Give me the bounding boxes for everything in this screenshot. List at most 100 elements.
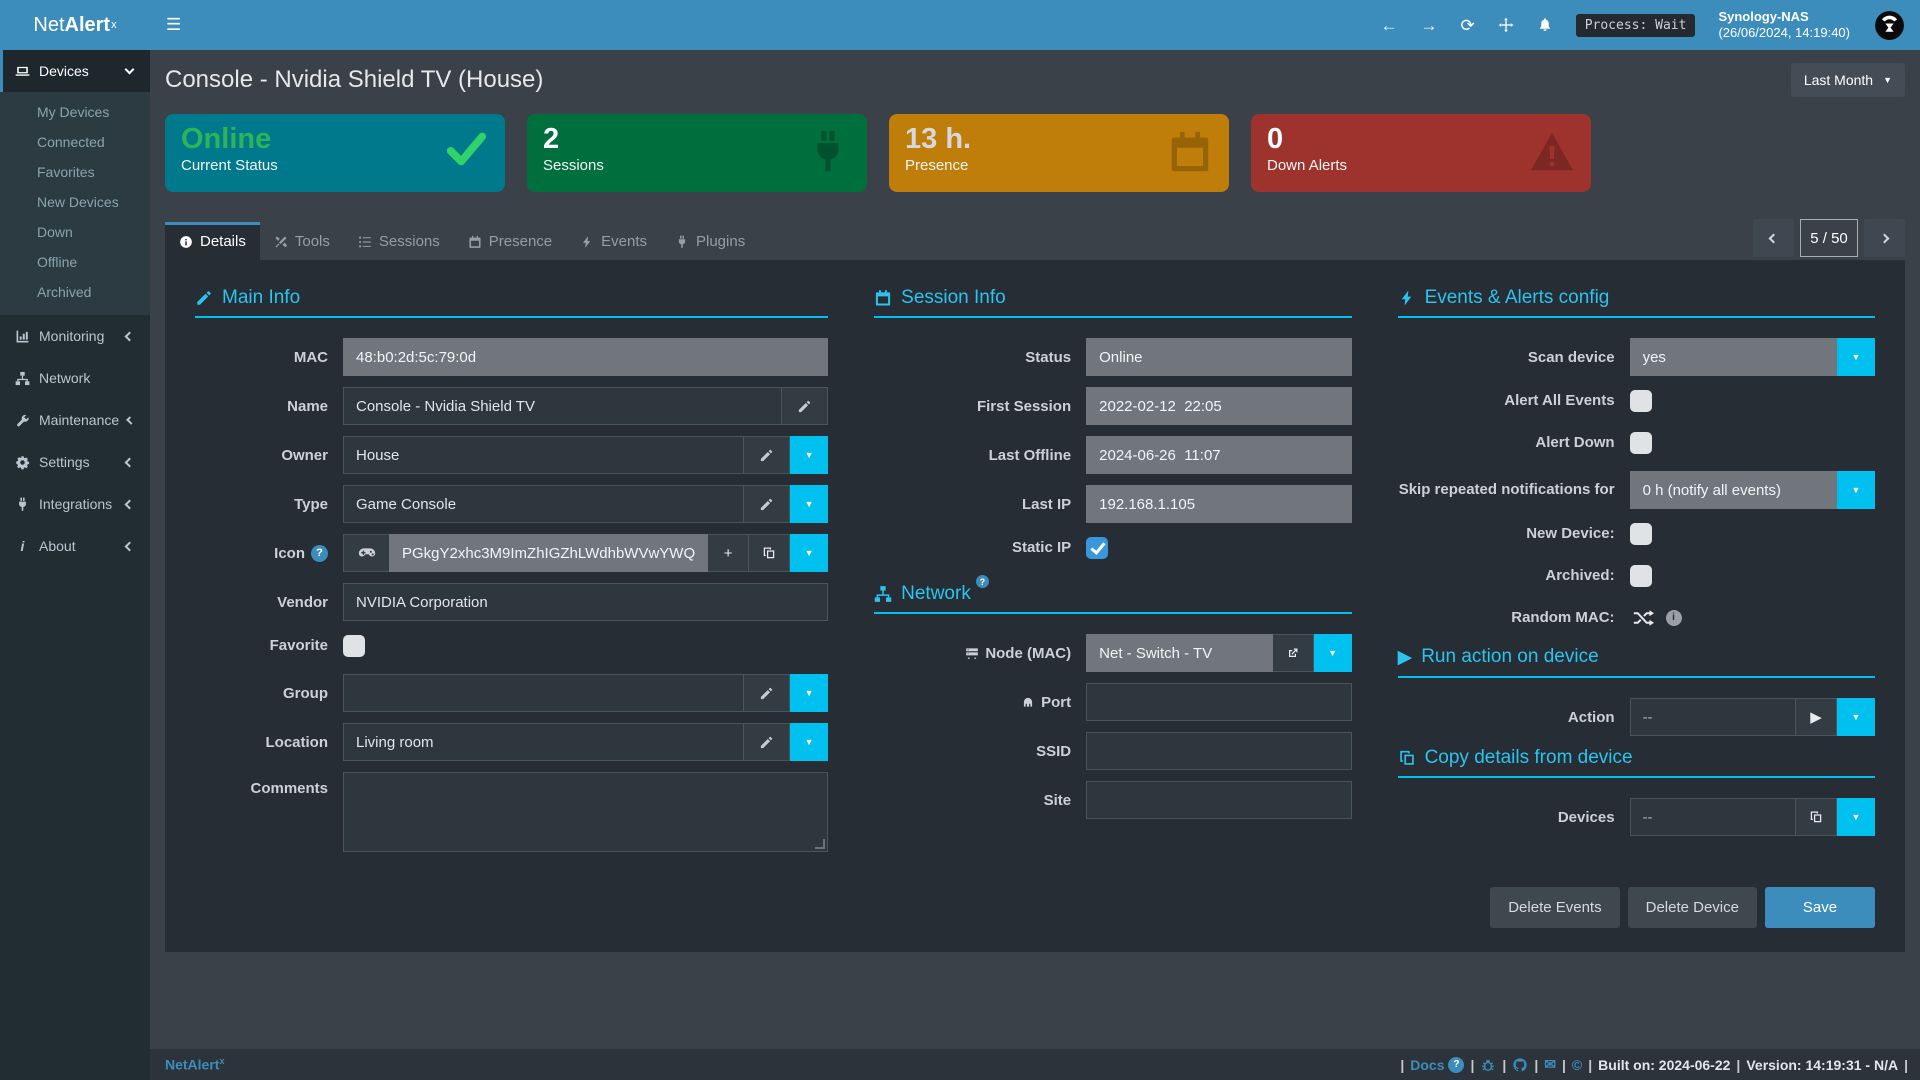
status-cards: Online Current Status 2 Sessions 13 h. P… [165,114,1905,192]
card-down-alerts[interactable]: 0 Down Alerts [1251,114,1591,192]
save-button[interactable]: Save [1765,887,1875,928]
caret-down-icon: ▼ [805,738,814,747]
bell-icon[interactable] [1537,17,1553,33]
skip-dropdown-button[interactable]: ▼ [1837,471,1875,509]
docs-link[interactable]: Docs ? [1410,1057,1464,1073]
action-dropdown-button[interactable]: ▼ [1837,698,1875,736]
tab-events[interactable]: Events [566,222,661,260]
skip-notifications-select[interactable]: 0 h (notify all events) [1630,471,1837,509]
add-icon-button[interactable]: + [708,534,749,572]
group-field[interactable] [343,674,744,712]
tab-plugins[interactable]: Plugins [661,222,759,260]
app-logo[interactable]: NetAlertx [0,0,150,50]
owner-dropdown-button[interactable]: ▼ [790,436,828,474]
delete-device-button[interactable]: Delete Device [1628,887,1757,928]
group-dropdown-button[interactable]: ▼ [790,674,828,712]
port-field[interactable] [1086,683,1351,721]
field-label: Group [195,685,343,702]
sidebar-item-my-devices[interactable]: My Devices [0,97,150,127]
tab-sessions[interactable]: Sessions [344,222,454,260]
location-dropdown-button[interactable]: ▼ [790,723,828,761]
copy-from-device-button[interactable] [1796,798,1837,836]
scan-device-select[interactable]: yes [1630,338,1837,376]
sidebar-item-settings[interactable]: Settings [0,441,150,483]
sidebar-item-maintenance[interactable]: Maintenance [0,399,150,441]
type-dropdown-button[interactable]: ▼ [790,485,828,523]
archived-checkbox[interactable] [1630,565,1652,587]
github-icon [1512,1057,1528,1073]
footer: NetAlertx | Docs ? | | | ✉ | © | Built o… [150,1049,1920,1080]
vendor-field[interactable]: NVIDIA Corporation [343,583,828,621]
time-range-value: Last Month [1804,72,1873,88]
run-action-button[interactable]: ▶ [1796,698,1837,736]
host-timestamp: (26/06/2024, 14:19:40) [1718,25,1850,41]
edit-location-button[interactable] [744,723,790,761]
copy-icon-button[interactable] [749,534,790,572]
edit-group-button[interactable] [744,674,790,712]
location-field[interactable]: Living room [343,723,744,761]
pencil-icon [759,448,774,463]
action-select[interactable]: -- [1630,698,1796,736]
scan-dropdown-button[interactable]: ▼ [1837,338,1875,376]
bug-report-link[interactable] [1480,1057,1496,1073]
site-field[interactable] [1086,781,1351,819]
chevron-left-icon [125,541,135,551]
sidebar-item-integrations[interactable]: Integrations [0,483,150,525]
field-label: Scan device [1398,349,1630,366]
alert-down-checkbox[interactable] [1630,432,1652,454]
card-sessions[interactable]: 2 Sessions [527,114,867,192]
icon-dropdown-button[interactable]: ▼ [790,534,828,572]
sidebar-item-new-devices[interactable]: New Devices [0,187,150,217]
edit-owner-button[interactable] [744,436,790,474]
prev-device-button[interactable] [1753,219,1794,257]
move-icon[interactable] [1498,17,1514,33]
sidebar-item-devices[interactable]: Devices [0,50,150,92]
ssid-field[interactable] [1086,732,1351,770]
sidebar-toggle-icon[interactable]: ☰ [166,15,181,35]
delete-events-button[interactable]: Delete Events [1490,887,1619,928]
sidebar-item-offline[interactable]: Offline [0,247,150,277]
sidebar-item-favorites[interactable]: Favorites [0,157,150,187]
alert-all-events-checkbox[interactable] [1630,390,1652,412]
nav-back-icon[interactable]: ← [1380,17,1397,34]
edit-name-button[interactable] [782,387,828,425]
static-ip-checkbox[interactable] [1086,537,1108,559]
next-device-button[interactable] [1864,219,1905,257]
card-current-status[interactable]: Online Current Status [165,114,505,192]
footer-brand[interactable]: NetAlertx [165,1056,224,1073]
open-node-button[interactable] [1273,634,1314,672]
devices-dropdown-button[interactable]: ▼ [1837,798,1875,836]
list-icon [358,235,372,249]
type-field[interactable]: Game Console [343,485,744,523]
node-dropdown-button[interactable]: ▼ [1314,634,1352,672]
email-link[interactable]: ✉ [1544,1056,1556,1073]
github-link[interactable] [1512,1057,1528,1073]
sidebar-item-label: Devices [39,63,89,79]
name-field[interactable]: Console - Nvidia Shield TV [343,387,782,425]
sidebar-item-connected[interactable]: Connected [0,127,150,157]
tab-details[interactable]: Details [165,222,260,260]
nav-forward-icon[interactable]: → [1420,17,1437,34]
sidebar-item-network[interactable]: Network [0,357,150,399]
caret-down-icon: ▼ [1852,353,1861,362]
owner-field[interactable]: House [343,436,744,474]
time-range-dropdown[interactable]: Last Month ▼ [1791,63,1905,97]
tab-presence[interactable]: Presence [454,222,566,260]
new-device-checkbox[interactable] [1630,523,1652,545]
copy-devices-select[interactable]: -- [1630,798,1796,836]
card-presence[interactable]: 13 h. Presence [889,114,1229,192]
caret-down-icon: ▼ [805,689,814,698]
comments-textarea[interactable] [343,772,828,852]
refresh-icon[interactable]: ⟳ [1460,17,1474,34]
license-link[interactable]: © [1572,1057,1582,1073]
caret-down-icon: ▼ [805,549,814,558]
sidebar-item-archived[interactable]: Archived [0,277,150,307]
sidebar-item-monitoring[interactable]: Monitoring [0,315,150,357]
edit-type-button[interactable] [744,485,790,523]
sidebar-item-about[interactable]: i About [0,525,150,567]
avatar[interactable] [1873,9,1906,42]
favorite-checkbox[interactable] [343,635,365,657]
tab-label: Plugins [696,233,745,250]
sidebar-item-down[interactable]: Down [0,217,150,247]
tab-tools[interactable]: Tools [260,222,344,260]
